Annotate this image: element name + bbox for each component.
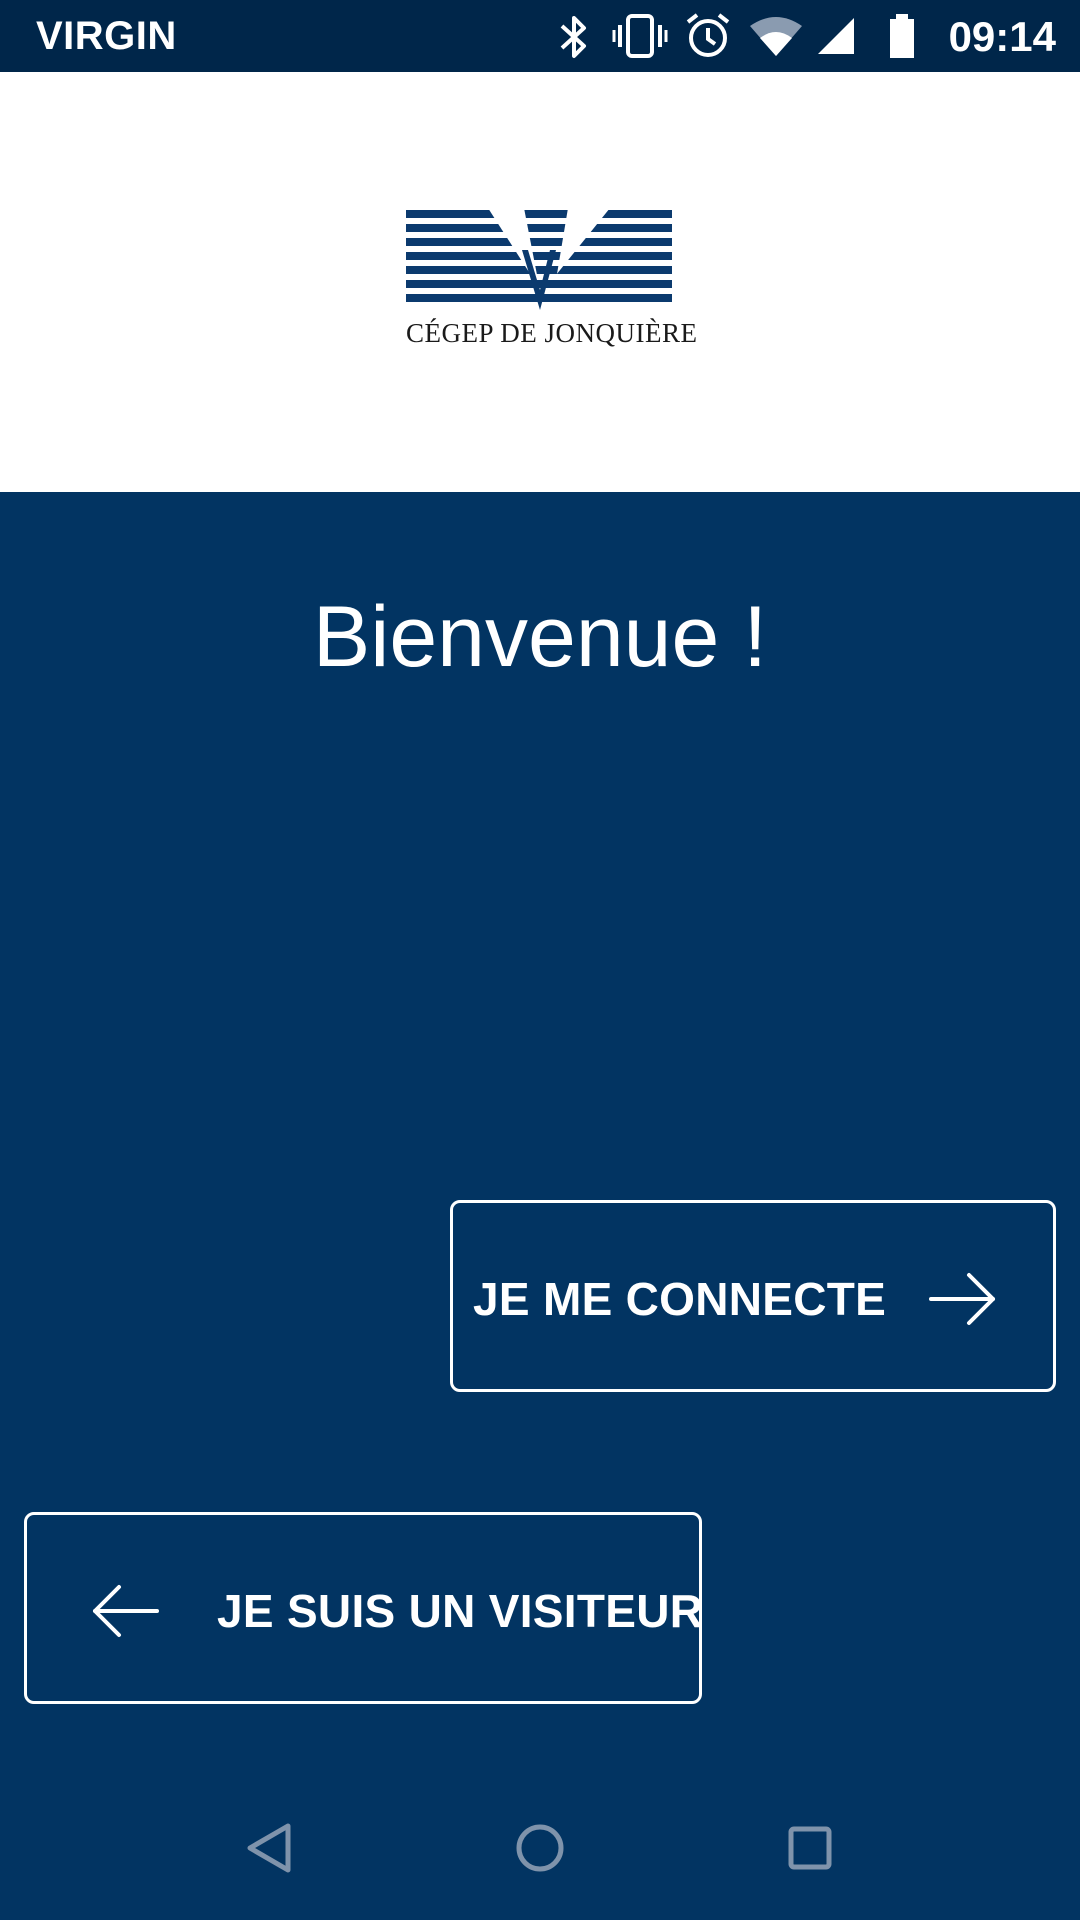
recents-icon[interactable] [782, 1820, 838, 1876]
connect-button-label: JE ME CONNECTE [473, 1273, 887, 1325]
welcome-title: Bienvenue ! [312, 589, 768, 685]
system-nav-bar [0, 1776, 1080, 1920]
wifi-icon [750, 17, 802, 56]
cell-signal-icon [818, 18, 854, 54]
carrier-label: VIRGIN [36, 14, 177, 58]
cegep-logo-mark [406, 208, 672, 310]
logo-header: CÉGEP DE JONQUIÈRE [0, 72, 1080, 492]
arrow-left-icon [93, 1585, 159, 1637]
battery-icon [890, 14, 914, 58]
logo-text: CÉGEP DE JONQUIÈRE [406, 318, 698, 348]
status-bar: VIRGIN 09:14 [0, 0, 1080, 72]
home-icon[interactable] [512, 1820, 568, 1876]
visitor-button[interactable]: JE SUIS UN VISITEUR [24, 1512, 704, 1704]
connect-button[interactable]: JE ME CONNECTE [450, 1200, 1056, 1392]
app-screen: VIRGIN 09:14 CÉGEP DE JONQUIÈRE Bienvenu… [0, 0, 1080, 1920]
bluetooth-icon [560, 16, 586, 58]
clock: 09:14 [948, 13, 1056, 60]
arrow-right-icon [929, 1273, 995, 1325]
alarm-icon [686, 13, 730, 57]
cegep-logo: CÉGEP DE JONQUIÈRE [406, 208, 698, 362]
visitor-button-label: JE SUIS UN VISITEUR [217, 1585, 704, 1637]
back-icon[interactable] [242, 1820, 298, 1876]
vibrate-icon [612, 14, 668, 58]
